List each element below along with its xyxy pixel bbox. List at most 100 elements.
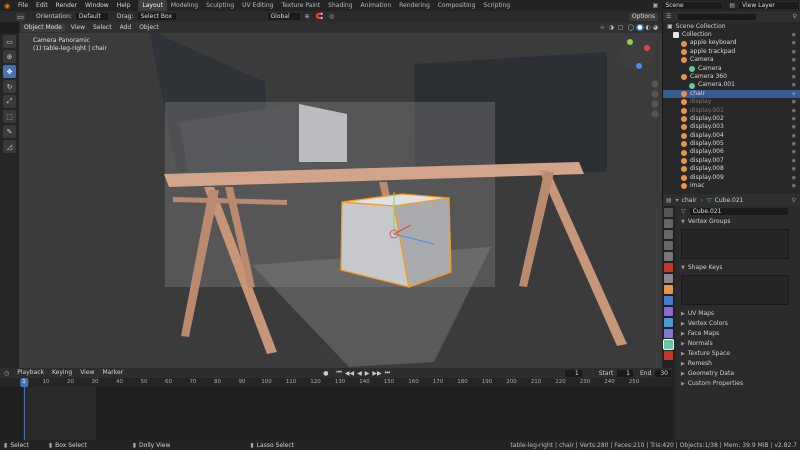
breadcrumb-mesh[interactable]: Cube.021 xyxy=(715,197,744,204)
visibility-eye-icon[interactable]: ◉ xyxy=(792,90,796,98)
rendered-shading-icon[interactable]: ◕ xyxy=(653,24,658,31)
tab-texture-paint[interactable]: Texture Paint xyxy=(277,0,324,11)
outliner-item[interactable]: display.002 ◉ xyxy=(663,115,800,123)
panel-header[interactable]: ▶ Vertex Colors xyxy=(677,319,800,329)
solid-shading-icon[interactable]: ● xyxy=(636,24,644,31)
scene-tab-icon[interactable] xyxy=(664,252,673,261)
panel-header[interactable]: ▼ Vertex Groups xyxy=(677,217,800,227)
outliner-item[interactable]: chair ◉ xyxy=(663,89,800,99)
play-icon[interactable]: ▶ xyxy=(365,370,370,377)
outliner-search-input[interactable] xyxy=(677,12,758,21)
snap-icon[interactable]: 🧲 xyxy=(316,13,323,20)
visibility-eye-icon[interactable]: ◉ xyxy=(792,132,796,140)
properties-editor-icon[interactable]: ▤ xyxy=(666,197,672,204)
viewport-menu-add[interactable]: Add xyxy=(116,22,136,33)
wireframe-shading-icon[interactable]: ◯ xyxy=(628,24,635,31)
proportional-icon[interactable]: ◎ xyxy=(329,13,334,20)
mode-dropdown[interactable]: Object Mode xyxy=(21,23,65,32)
blender-logo-icon[interactable]: ◉ xyxy=(0,2,14,10)
scale-icon[interactable]: ⤢ xyxy=(3,95,16,108)
visibility-eye-icon[interactable]: ◉ xyxy=(792,39,796,47)
menu-file[interactable]: File xyxy=(14,0,32,11)
viewport-menu-object[interactable]: Object xyxy=(135,22,163,33)
tab-shading[interactable]: Shading xyxy=(324,0,356,11)
visibility-eye-icon[interactable]: ◉ xyxy=(792,48,796,56)
outliner-item[interactable]: apple trackpad ◉ xyxy=(663,48,800,56)
outliner-item[interactable]: display ◉ xyxy=(663,98,800,106)
outliner-item[interactable]: Collection ◉ xyxy=(663,31,800,39)
outliner-item[interactable]: apple keyboard ◉ xyxy=(663,39,800,47)
panel-header[interactable]: ▶ UV Maps xyxy=(677,309,800,319)
pan-icon[interactable] xyxy=(651,90,659,98)
pin-icon[interactable]: ⚲ xyxy=(792,197,796,204)
outliner-scene-collection[interactable]: ▣ Scene Collection xyxy=(663,22,800,31)
panel-header[interactable]: ▼ Shape Keys xyxy=(677,263,800,273)
panel-header[interactable]: ▶ Texture Space xyxy=(677,349,800,359)
object-tab-icon[interactable] xyxy=(664,285,673,294)
outliner-item[interactable]: Camera 360 ◉ xyxy=(663,73,800,81)
tab-sculpting[interactable]: Sculpting xyxy=(202,0,238,11)
timeline-menu-playback[interactable]: Playback xyxy=(13,368,48,378)
xray-toggle-icon[interactable]: ▢ xyxy=(618,24,624,31)
viewport-menu-view[interactable]: View xyxy=(67,22,89,33)
jump-start-icon[interactable]: ⏮ xyxy=(336,369,341,377)
zoom-icon[interactable] xyxy=(651,80,659,88)
tab-modeling[interactable]: Modeling xyxy=(167,0,202,11)
pivot-icon[interactable]: ⊕ xyxy=(305,13,310,20)
current-frame-field[interactable]: 1 xyxy=(563,368,583,378)
outliner-item[interactable]: display.003 ◉ xyxy=(663,123,800,131)
visibility-eye-icon[interactable]: ◉ xyxy=(792,98,796,106)
outliner-item[interactable]: Camera ◉ xyxy=(663,65,800,73)
visibility-eye-icon[interactable]: ◉ xyxy=(792,115,796,123)
panel-header[interactable]: ▶ Normals xyxy=(677,339,800,349)
list-box[interactable] xyxy=(681,275,789,305)
material-shading-icon[interactable]: ◐ xyxy=(646,24,651,31)
output-tab-icon[interactable] xyxy=(664,230,673,239)
perspective-icon[interactable] xyxy=(651,110,659,118)
tab-uv-editing[interactable]: UV Editing xyxy=(238,0,277,11)
drag-dropdown[interactable]: Select Box xyxy=(136,12,177,21)
visibility-eye-icon[interactable]: ◉ xyxy=(792,157,796,165)
visibility-eye-icon[interactable]: ◉ xyxy=(792,140,796,148)
breadcrumb-object[interactable]: chair xyxy=(682,197,697,204)
visibility-eye-icon[interactable]: ◉ xyxy=(792,81,796,89)
scene-selector[interactable]: Scene xyxy=(661,1,724,10)
outliner-item[interactable]: display.005 ◉ xyxy=(663,140,800,148)
outliner-item[interactable]: display.004 ◉ xyxy=(663,132,800,140)
menu-window[interactable]: Window xyxy=(81,0,113,11)
mesh-data-tab-icon[interactable] xyxy=(663,339,674,350)
datablock-name-field[interactable]: Cube.021 xyxy=(688,207,789,216)
tab-rendering[interactable]: Rendering xyxy=(395,0,434,11)
viewport-menu-select[interactable]: Select xyxy=(89,22,116,33)
end-frame-field[interactable]: 30 xyxy=(654,368,672,378)
orientation-dropdown[interactable]: Default xyxy=(74,12,109,21)
tool-tab-icon[interactable] xyxy=(664,208,673,217)
menu-edit[interactable]: Edit xyxy=(32,0,52,11)
visibility-eye-icon[interactable]: ◉ xyxy=(792,165,796,173)
options-button[interactable]: Options xyxy=(628,12,658,21)
visibility-eye-icon[interactable]: ◉ xyxy=(792,31,796,39)
material-tab-icon[interactable] xyxy=(664,351,673,360)
measure-icon[interactable]: ◿ xyxy=(3,140,16,153)
rotate-icon[interactable]: ↻ xyxy=(3,80,16,93)
outliner-item[interactable]: display.007 ◉ xyxy=(663,157,800,165)
list-box[interactable] xyxy=(681,229,789,259)
transform-icon[interactable]: ⬚ xyxy=(3,110,16,123)
transform-orientation-dropdown[interactable]: Global xyxy=(266,12,301,21)
visibility-eye-icon[interactable]: ◉ xyxy=(792,123,796,131)
3d-viewport[interactable]: Object Mode View Select Add Object ⊹ ◑ ▢ ◯ … xyxy=(19,22,662,368)
next-keyframe-icon[interactable]: ▶▶ xyxy=(372,370,381,377)
menu-help[interactable]: Help xyxy=(113,0,135,11)
nav-x-icon[interactable] xyxy=(644,45,650,51)
panel-header[interactable]: ▶ Geometry Data xyxy=(677,369,800,379)
play-reverse-icon[interactable]: ◀ xyxy=(357,370,362,377)
select-tool-icon[interactable]: ▭ xyxy=(16,12,25,21)
camera-view-icon[interactable] xyxy=(651,100,659,108)
jump-end-icon[interactable]: ⏭ xyxy=(385,369,390,377)
collection-tab-icon[interactable] xyxy=(664,274,673,283)
tab-layout[interactable]: Layout xyxy=(138,0,167,11)
outliner-item[interactable]: display.001 ◉ xyxy=(663,107,800,115)
visibility-eye-icon[interactable]: ◉ xyxy=(792,65,796,73)
record-icon[interactable]: ● xyxy=(323,370,328,377)
physics-tab-icon[interactable] xyxy=(664,318,673,327)
